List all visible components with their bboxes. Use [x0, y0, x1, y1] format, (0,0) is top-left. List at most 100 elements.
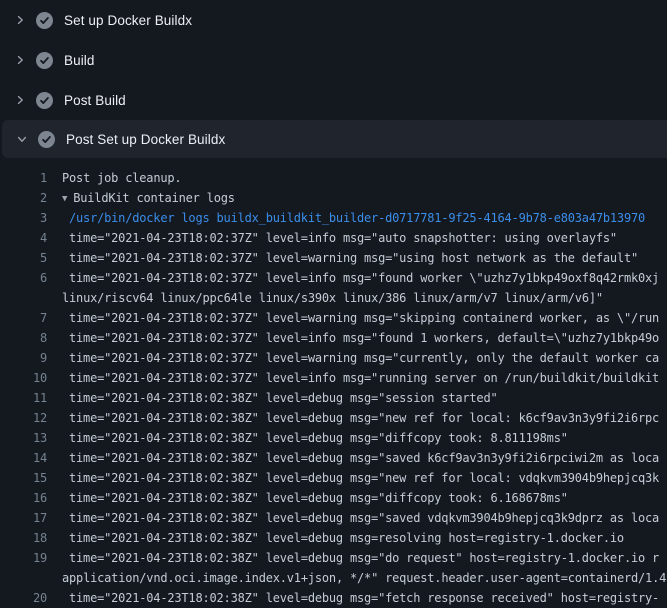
- log-line-content: time="2021-04-23T18:02:37Z" level=info m…: [69, 371, 659, 385]
- log-line-text: time="2021-04-23T18:02:38Z" level=debug …: [62, 528, 667, 548]
- log-line-number[interactable]: 15: [0, 468, 47, 488]
- log-line: 14 time="2021-04-23T18:02:38Z" level=deb…: [0, 448, 667, 468]
- log-line-content: time="2021-04-23T18:02:38Z" level=debug …: [69, 451, 659, 465]
- log-line-text: time="2021-04-23T18:02:38Z" level=debug …: [62, 428, 667, 448]
- log-line-content: time="2021-04-23T18:02:37Z" level=info m…: [69, 331, 659, 345]
- log-line-text: time="2021-04-23T18:02:37Z" level=info m…: [62, 268, 667, 288]
- chevron-right-icon: [12, 92, 28, 108]
- step-row-post-set-up-docker-buildx[interactable]: Post Set up Docker Buildx: [2, 120, 667, 158]
- log-line-number[interactable]: 9: [0, 348, 47, 368]
- log-line-text: linux/riscv64 linux/ppc64le linux/s390x …: [62, 288, 667, 308]
- log-line: linux/riscv64 linux/ppc64le linux/s390x …: [0, 288, 667, 308]
- log-line: 4 time="2021-04-23T18:02:37Z" level=info…: [0, 228, 667, 248]
- log-line: 19 time="2021-04-23T18:02:38Z" level=deb…: [0, 548, 667, 568]
- step-row-build[interactable]: Build: [0, 40, 667, 80]
- log-viewer: 1 Post job cleanup. 2 ▼ BuildKit containe…: [0, 158, 667, 608]
- step-title: Build: [64, 53, 95, 68]
- log-line-text: Post job cleanup.: [62, 168, 667, 188]
- log-line-number[interactable]: 8: [0, 328, 47, 348]
- log-line-text: time="2021-04-23T18:02:38Z" level=debug …: [62, 448, 667, 468]
- log-line: 8 time="2021-04-23T18:02:37Z" level=info…: [0, 328, 667, 348]
- log-line-text: time="2021-04-23T18:02:38Z" level=debug …: [62, 468, 667, 488]
- log-line-text: ▼ BuildKit container logs: [62, 188, 667, 208]
- log-line: 7 time="2021-04-23T18:02:37Z" level=warn…: [0, 308, 667, 328]
- log-line-text: time="2021-04-23T18:02:38Z" level=debug …: [62, 488, 667, 508]
- log-line-text: time="2021-04-23T18:02:38Z" level=debug …: [62, 508, 667, 528]
- log-line-text: time="2021-04-23T18:02:37Z" level=info m…: [62, 368, 667, 388]
- log-line: 15 time="2021-04-23T18:02:38Z" level=deb…: [0, 468, 667, 488]
- log-line-content: application/vnd.oci.image.index.v1+json,…: [62, 571, 666, 585]
- log-line-content: BuildKit container logs: [73, 191, 235, 205]
- group-collapse-triangle-icon[interactable]: ▼: [62, 189, 67, 208]
- log-line: 20 time="2021-04-23T18:02:38Z" level=deb…: [0, 588, 667, 608]
- check-circle-icon: [36, 52, 53, 69]
- log-line: 1 Post job cleanup.: [0, 168, 667, 188]
- log-line-number[interactable]: 7: [0, 308, 47, 328]
- log-line: 3 /usr/bin/docker logs buildx_buildkit_b…: [0, 208, 667, 228]
- log-line-number[interactable]: 1: [0, 168, 47, 188]
- log-line-number[interactable]: 5: [0, 248, 47, 268]
- log-line: 13 time="2021-04-23T18:02:38Z" level=deb…: [0, 428, 667, 448]
- log-line-text: time="2021-04-23T18:02:38Z" level=debug …: [62, 588, 667, 608]
- log-line-number[interactable]: 6: [0, 268, 47, 288]
- log-line: application/vnd.oci.image.index.v1+json,…: [0, 568, 667, 588]
- step-title: Post Set up Docker Buildx: [66, 132, 225, 147]
- log-line-text: /usr/bin/docker logs buildx_buildkit_bui…: [62, 208, 667, 228]
- step-title: Set up Docker Buildx: [64, 13, 192, 28]
- log-line: 18 time="2021-04-23T18:02:38Z" level=deb…: [0, 528, 667, 548]
- log-line-number[interactable]: [0, 568, 47, 588]
- log-line-content: time="2021-04-23T18:02:38Z" level=debug …: [69, 551, 659, 565]
- step-row-post-build[interactable]: Post Build: [0, 80, 667, 120]
- log-line: 16 time="2021-04-23T18:02:38Z" level=deb…: [0, 488, 667, 508]
- check-circle-icon: [36, 92, 53, 109]
- log-line: 6 time="2021-04-23T18:02:37Z" level=info…: [0, 268, 667, 288]
- log-line-text: time="2021-04-23T18:02:38Z" level=debug …: [62, 548, 667, 568]
- log-line-number[interactable]: 20: [0, 588, 47, 608]
- log-line-text: time="2021-04-23T18:02:37Z" level=warnin…: [62, 308, 667, 328]
- log-line-number[interactable]: 2: [0, 188, 47, 208]
- log-line-text: time="2021-04-23T18:02:38Z" level=debug …: [62, 408, 667, 428]
- log-line-number[interactable]: 12: [0, 408, 47, 428]
- steps-list: Set up Docker Buildx Build: [0, 0, 667, 158]
- log-line-number[interactable]: [0, 288, 47, 308]
- log-line-content: time="2021-04-23T18:02:38Z" level=debug …: [69, 531, 624, 545]
- log-line-number[interactable]: 4: [0, 228, 47, 248]
- check-circle-icon: [38, 131, 55, 148]
- chevron-right-icon: [12, 12, 28, 28]
- step-row-set-up-docker-buildx[interactable]: Set up Docker Buildx: [0, 0, 667, 40]
- log-line: 5 time="2021-04-23T18:02:37Z" level=warn…: [0, 248, 667, 268]
- log-line-content: time="2021-04-23T18:02:37Z" level=warnin…: [69, 311, 659, 325]
- log-line: 12 time="2021-04-23T18:02:38Z" level=deb…: [0, 408, 667, 428]
- log-line-content: time="2021-04-23T18:02:38Z" level=debug …: [69, 431, 568, 445]
- log-line-content: time="2021-04-23T18:02:37Z" level=warnin…: [69, 351, 659, 365]
- log-line-content: time="2021-04-23T18:02:38Z" level=debug …: [69, 391, 498, 405]
- log-line-number[interactable]: 19: [0, 548, 47, 568]
- log-line-content: time="2021-04-23T18:02:38Z" level=debug …: [69, 591, 659, 605]
- log-line: 10 time="2021-04-23T18:02:37Z" level=inf…: [0, 368, 667, 388]
- check-circle-icon: [36, 12, 53, 29]
- log-line-number[interactable]: 18: [0, 528, 47, 548]
- log-line-content: time="2021-04-23T18:02:38Z" level=debug …: [69, 411, 659, 425]
- log-line-content: time="2021-04-23T18:02:37Z" level=info m…: [69, 271, 659, 285]
- log-line-content: time="2021-04-23T18:02:37Z" level=info m…: [69, 231, 617, 245]
- log-line-number[interactable]: 13: [0, 428, 47, 448]
- log-line-number[interactable]: 14: [0, 448, 47, 468]
- log-line-text: time="2021-04-23T18:02:38Z" level=debug …: [62, 388, 667, 408]
- log-line-content: Post job cleanup.: [62, 171, 181, 185]
- log-line: 17 time="2021-04-23T18:02:38Z" level=deb…: [0, 508, 667, 528]
- log-line-content: time="2021-04-23T18:02:38Z" level=debug …: [69, 471, 659, 485]
- log-line-content: time="2021-04-23T18:02:38Z" level=debug …: [69, 491, 568, 505]
- log-line-number[interactable]: 10: [0, 368, 47, 388]
- log-line-number[interactable]: 16: [0, 488, 47, 508]
- log-line-number[interactable]: 17: [0, 508, 47, 528]
- chevron-down-icon: [14, 131, 30, 147]
- log-line-text: time="2021-04-23T18:02:37Z" level=info m…: [62, 228, 667, 248]
- log-line-content: linux/riscv64 linux/ppc64le linux/s390x …: [62, 291, 603, 305]
- log-line-number[interactable]: 11: [0, 388, 47, 408]
- chevron-right-icon: [12, 52, 28, 68]
- log-line-text: application/vnd.oci.image.index.v1+json,…: [62, 568, 667, 588]
- log-line-text: time="2021-04-23T18:02:37Z" level=warnin…: [62, 348, 667, 368]
- log-line-content: time="2021-04-23T18:02:38Z" level=debug …: [69, 511, 659, 525]
- log-line: 11 time="2021-04-23T18:02:38Z" level=deb…: [0, 388, 667, 408]
- log-line-number[interactable]: 3: [0, 208, 47, 228]
